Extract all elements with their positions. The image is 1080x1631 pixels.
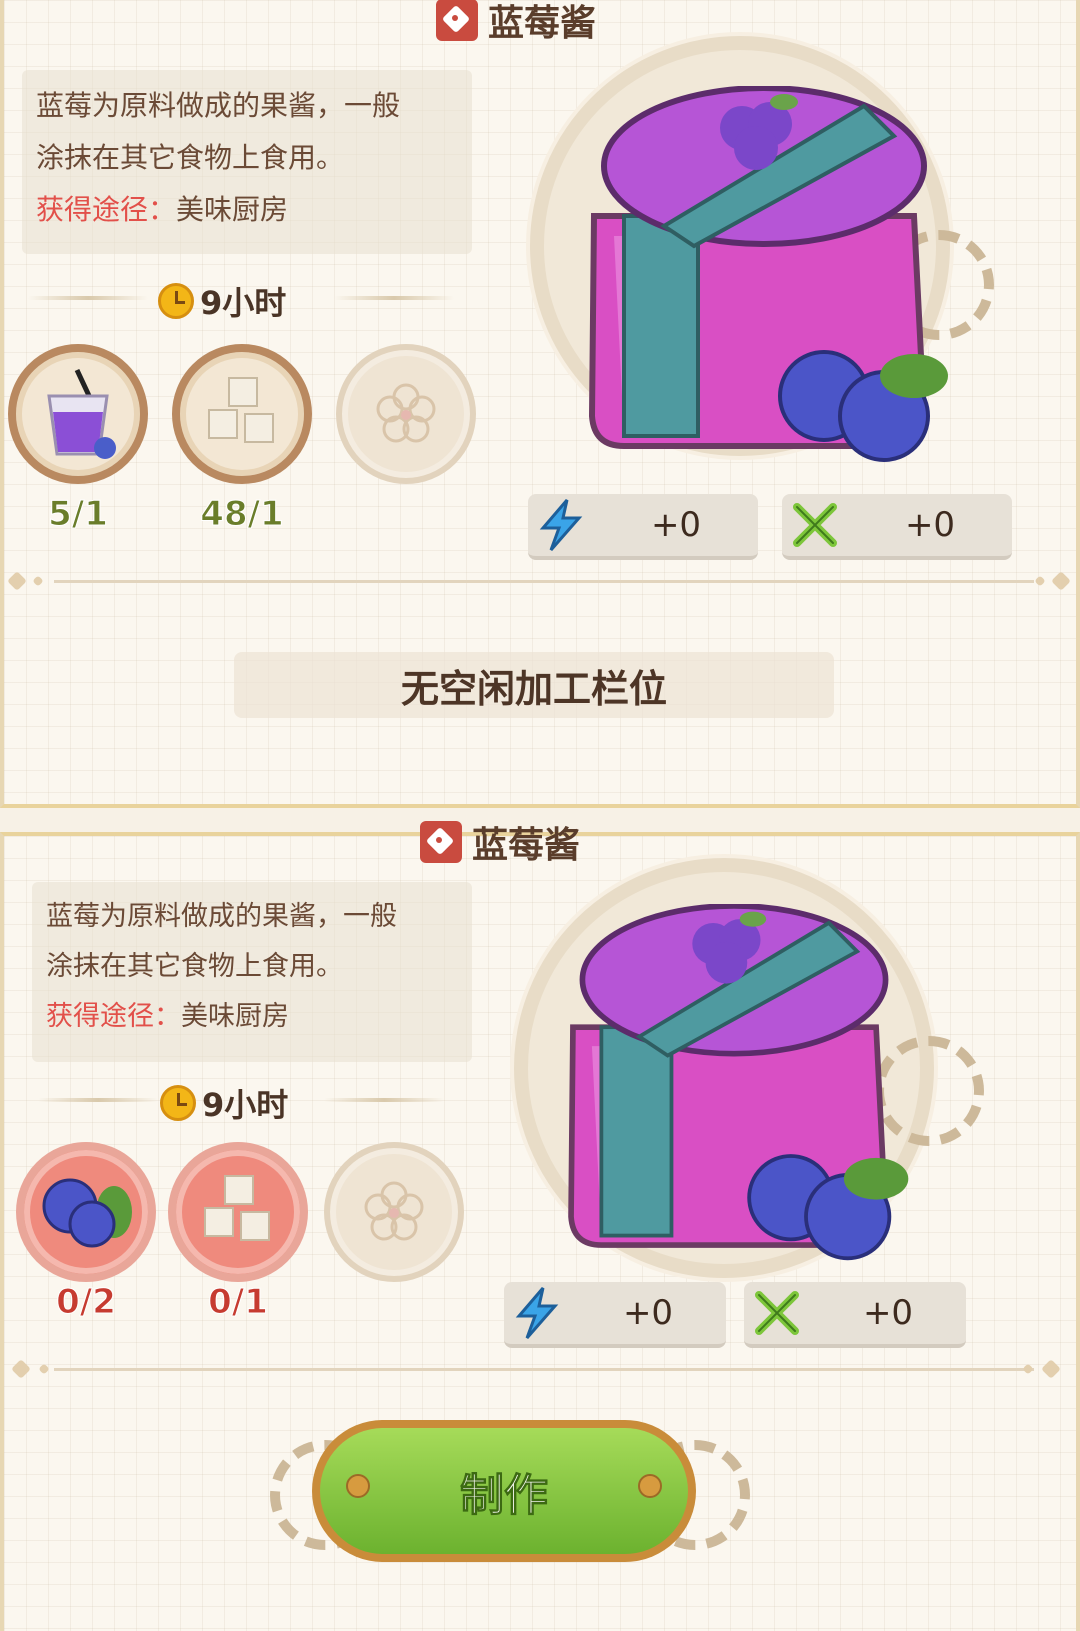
recipe-title: 蓝莓酱 [436, 0, 596, 46]
tag-icon [436, 0, 478, 41]
source-label: 获得途径： [36, 193, 177, 226]
sugar-cubes-icon [208, 377, 274, 443]
ingredient-count-1: 0/2 [56, 1282, 117, 1323]
ingredient-slot-3-empty [324, 1142, 464, 1282]
satiety-stat-value: +0 [904, 505, 956, 545]
energy-stat-value: +0 [650, 505, 702, 545]
source-value: 美味厨房 [181, 1001, 289, 1032]
make-button[interactable]: 制作 [312, 1420, 696, 1562]
desc-line-2: 涂抹在其它食物上食用。 [36, 141, 345, 174]
ingredient-slot-1[interactable] [8, 344, 148, 484]
no-free-slot-message: 无空闲加工栏位 [234, 652, 834, 718]
recipe-title-text: 蓝莓酱 [488, 3, 597, 44]
decor-swirl-left [28, 296, 148, 300]
craft-time: 9小时 [160, 1080, 288, 1126]
divider-top [4, 566, 1080, 596]
empty-slot-flower-icon [364, 1181, 424, 1241]
decor-swirl-right [334, 296, 454, 300]
energy-stat: +0 [528, 494, 758, 560]
ingredient-count-2: 48/1 [200, 494, 284, 535]
decor-swirl-left [38, 1098, 158, 1102]
decor-swirl-right [324, 1098, 444, 1102]
blueberry-jam-jar-icon [568, 904, 909, 1261]
source-value: 美味厨房 [176, 193, 289, 226]
satiety-stat: +0 [782, 494, 1012, 560]
sugar-cubes-icon [204, 1175, 270, 1241]
recipe-description: 蓝莓为原料做成的果酱，一般 涂抹在其它食物上食用。 获得途径：美味厨房 [32, 882, 472, 1062]
craft-time: 9小时 [158, 278, 286, 324]
energy-stat: +0 [504, 1282, 726, 1348]
ingredient-count-1: 5/1 [48, 494, 109, 535]
recipe-title-text: 蓝莓酱 [472, 825, 581, 866]
ingredient-slot-3-empty [336, 344, 476, 484]
craft-time-text: 9小时 [200, 284, 287, 322]
recipe-panel-top: 蓝莓酱 蓝莓为原料做成的果酱，一般 涂抹在其它食物上食用。 获得途径：美味厨房 … [0, 0, 1080, 808]
recipe-description: 蓝莓为原料做成的果酱，一般 涂抹在其它食物上食用。 获得途径：美味厨房 [22, 70, 472, 254]
ingredient-slot-1[interactable] [16, 1142, 156, 1282]
desc-line-2: 涂抹在其它食物上食用。 [46, 951, 343, 982]
clock-icon [160, 1085, 196, 1121]
desc-line-1: 蓝莓为原料做成的果酱，一般 [46, 901, 397, 932]
divider-bottom [4, 1354, 1080, 1384]
screw-icon [346, 1474, 370, 1498]
satiety-stat: +0 [744, 1282, 966, 1348]
blueberry-juice-icon [47, 368, 116, 459]
ingredient-count-2: 0/1 [208, 1282, 269, 1323]
ingredient-slot-2[interactable] [168, 1142, 308, 1282]
screw-icon [638, 1474, 662, 1498]
blueberry-jam-jar-icon [588, 86, 948, 462]
fork-spoon-icon [782, 492, 848, 558]
empty-slot-flower-icon [376, 383, 436, 443]
desc-line-1: 蓝莓为原料做成的果酱，一般 [36, 89, 401, 122]
craft-time-text: 9小时 [202, 1086, 289, 1124]
source-label: 获得途径： [46, 1001, 181, 1032]
energy-bolt-icon [504, 1280, 570, 1346]
recipe-title: 蓝莓酱 [420, 816, 580, 868]
ingredient-slot-2[interactable] [172, 344, 312, 484]
energy-bolt-icon [528, 492, 594, 558]
fork-spoon-icon [744, 1280, 810, 1346]
blueberries-icon [42, 1178, 132, 1248]
make-button-label: 制作 [460, 1470, 549, 1522]
satiety-stat-value: +0 [862, 1293, 914, 1333]
energy-stat-value: +0 [622, 1293, 674, 1333]
clock-icon [158, 283, 194, 319]
tag-icon [420, 821, 462, 863]
